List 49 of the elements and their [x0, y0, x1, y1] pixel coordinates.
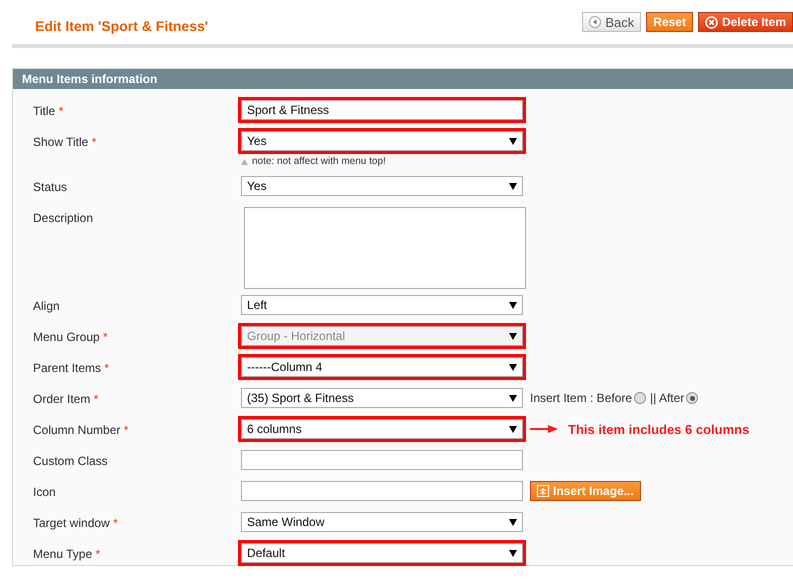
annotation-text: This item includes 6 columns: [568, 422, 750, 436]
back-button[interactable]: Back: [582, 12, 642, 32]
arrow-icon: [530, 425, 558, 433]
field-label: Parent Items *: [33, 360, 110, 375]
text-field[interactable]: [241, 481, 523, 501]
field-label: Title *: [33, 103, 64, 118]
triangle-icon: [241, 158, 248, 164]
caret-icon: [509, 550, 517, 556]
dropdown[interactable]: Left: [241, 295, 523, 315]
field-note: note: not affect with menu top!: [252, 156, 386, 167]
field-label: Show Title *: [33, 134, 98, 149]
caret-icon: [509, 138, 517, 144]
field-label: Status: [33, 179, 68, 194]
close-icon: [704, 16, 718, 28]
textarea-field[interactable]: [244, 207, 526, 289]
caret-icon: [509, 302, 517, 308]
field-label: Target window *: [33, 515, 119, 530]
delete-button[interactable]: Delete Item: [698, 12, 793, 32]
field-label: Custom Class: [33, 453, 109, 468]
image-icon: [537, 485, 549, 497]
field-label: Icon: [33, 484, 57, 499]
option-label: Insert Item : Before: [530, 391, 632, 405]
caret-icon: [509, 426, 517, 432]
radio-button[interactable]: [686, 392, 698, 404]
dropdown[interactable]: Yes: [241, 131, 523, 151]
caret-icon: [509, 518, 517, 526]
dropdown[interactable]: (35) Sport & Fitness: [241, 388, 523, 408]
back-icon: [589, 16, 602, 28]
field-label: Menu Group *: [33, 329, 109, 344]
page-title: Edit Item 'Sport & Fitness': [35, 18, 208, 34]
field-label: Column Number *: [33, 422, 130, 437]
dropdown[interactable]: 6 columns: [241, 419, 523, 439]
field-label: Align: [33, 298, 61, 313]
text-field[interactable]: Sport & Fitness: [241, 100, 523, 120]
dropdown[interactable]: Default: [241, 543, 523, 563]
dropdown[interactable]: ------Column 4: [241, 357, 523, 377]
option-label: || After: [650, 391, 684, 405]
field-label: Order Item *: [33, 391, 100, 406]
caret-icon: [509, 332, 517, 340]
text-field[interactable]: [241, 450, 523, 470]
radio-button[interactable]: [634, 392, 646, 404]
caret-icon: [509, 364, 517, 370]
field-label: Description: [33, 210, 94, 225]
dropdown[interactable]: Same Window: [241, 512, 523, 532]
field-label: Menu Type *: [33, 546, 102, 561]
caret-icon: [509, 182, 517, 190]
dropdown[interactable]: Yes: [241, 176, 523, 196]
section-header: Menu Items information: [13, 69, 793, 89]
caret-icon: [509, 394, 517, 402]
